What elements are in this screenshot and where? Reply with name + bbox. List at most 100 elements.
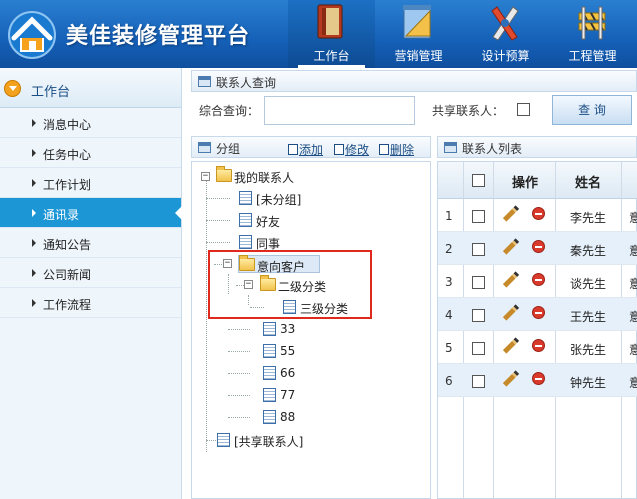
sidebar-item-news[interactable]: 公司新闻 [0,258,181,288]
delete-group-link[interactable]: 删除 [379,141,414,158]
sidebar-item-workflow[interactable]: 工作流程 [0,288,181,318]
sidebar-item-notices[interactable]: 通知公告 [0,228,181,258]
group-section-bar: 分组 添加 修改 删除 [191,136,431,158]
tree-label: 55 [280,344,296,358]
sidebar-item-label: 工作流程 [43,298,92,312]
tree-label: [共享联系人] [234,435,304,449]
book-icon [317,4,343,39]
house-logo-icon [8,11,56,59]
sidebar-item-tasks[interactable]: 任务中心 [0,138,181,168]
contact-status: 意 [629,343,637,357]
row-number: 1 [445,209,453,223]
edit-icon [334,144,344,155]
edit-pencil-icon[interactable] [502,205,520,222]
contact-list-title: 联系人列表 [462,142,523,156]
delete-icon[interactable] [532,240,545,253]
edit-pencil-icon[interactable] [502,304,520,321]
delete-icon[interactable] [532,273,545,286]
arrow-right-icon [32,299,36,307]
list-icon [263,322,276,336]
list-icon [239,191,252,205]
list-icon [239,213,252,227]
ruler-pad-icon [403,5,431,39]
table-row: 3 谈先生 意 [438,265,637,298]
sidebar-item-plans[interactable]: 工作计划 [0,168,181,198]
sidebar: 工作台 消息中心 任务中心 工作计划 通讯录 通知公告 公司新闻 工作流程 [0,68,182,499]
edit-label: 修改 [345,143,370,157]
query-section-title: 联系人查询 [216,76,277,90]
nav-marketing[interactable]: 营销管理 [375,0,462,68]
arrow-right-icon [32,149,36,157]
contact-name: 王先生 [570,310,607,324]
list-icon [217,433,230,447]
contact-status: 意 [629,310,637,324]
sidebar-item-contacts[interactable]: 通讯录 [0,198,182,228]
name-header: 姓名 [575,176,602,191]
add-label: 添加 [299,143,324,157]
contact-name: 李先生 [570,211,607,225]
tree-label: 好友 [256,215,281,229]
select-all-checkbox[interactable] [472,174,485,187]
search-input[interactable] [264,96,415,125]
group-tree: − 我的联系人 [未分组] 好友 同事 − 意向客户 − 二级分类 三级分类 3… [191,161,431,499]
nav-workbench[interactable]: 工作台 [288,0,375,68]
row-number: 6 [445,374,453,388]
row-number: 2 [445,242,453,256]
edit-pencil-icon[interactable] [502,370,520,387]
tree-label: 66 [280,366,296,380]
delete-icon[interactable] [532,372,545,385]
delete-icon[interactable] [532,306,545,319]
arrow-right-icon [32,239,36,247]
edit-pencil-icon[interactable] [502,271,520,288]
sidebar-item-label: 公司新闻 [43,268,92,282]
sidebar-item-messages[interactable]: 消息中心 [0,108,181,138]
list-icon [239,235,252,249]
sidebar-header[interactable]: 工作台 [0,68,181,108]
edit-pencil-icon[interactable] [502,337,520,354]
table-row: 2 秦先生 意 [438,232,637,265]
edit-group-link[interactable]: 修改 [334,141,369,158]
row-checkbox[interactable] [472,342,485,355]
contact-list-bar: 联系人列表 [437,136,637,158]
arrow-right-icon [32,209,36,217]
main-content: 联系人查询 综合查询： 共享联系人： 查 询 分组 添加 修改 删除 − 我的联… [190,68,637,499]
contact-name: 谈先生 [570,277,607,291]
share-checkbox[interactable] [517,103,530,116]
window-icon [198,142,211,153]
search-label: 综合查询： [199,104,260,118]
list-icon [263,388,276,402]
window-icon [198,76,211,87]
table-row: 4 王先生 意 [438,298,637,331]
row-number: 3 [445,275,453,289]
row-checkbox[interactable] [472,276,485,289]
edit-pencil-icon[interactable] [502,238,520,255]
row-checkbox[interactable] [472,309,485,322]
nav-design-budget[interactable]: 设计预算 [462,0,549,68]
delete-icon[interactable] [532,207,545,220]
list-icon [263,344,276,358]
row-number: 5 [445,341,453,355]
table-header: 操作 姓名 [438,162,637,199]
delete-icon[interactable] [532,339,545,352]
query-button[interactable]: 查 询 [552,95,632,125]
query-section-bar: 联系人查询 [191,70,637,92]
sidebar-item-label: 工作计划 [43,178,92,192]
group-title: 分组 [216,142,241,156]
contact-status: 意 [629,376,637,390]
sidebar-item-label: 通讯录 [43,208,80,222]
row-checkbox[interactable] [472,210,485,223]
tree-label: [未分组] [256,193,302,207]
list-icon [263,366,276,380]
contact-name: 钟先生 [570,376,607,390]
tree-label: 33 [280,322,296,336]
add-icon [288,144,298,155]
collapse-toggle[interactable]: − [201,172,210,181]
collapse-icon [4,80,21,97]
row-checkbox[interactable] [472,243,485,256]
nav-label: 设计预算 [481,49,530,63]
row-checkbox[interactable] [472,375,485,388]
sidebar-item-label: 任务中心 [43,148,92,162]
nav-engineering[interactable]: 工程管理 [549,0,636,68]
delete-label: 删除 [390,143,415,157]
add-group-link[interactable]: 添加 [288,141,323,158]
